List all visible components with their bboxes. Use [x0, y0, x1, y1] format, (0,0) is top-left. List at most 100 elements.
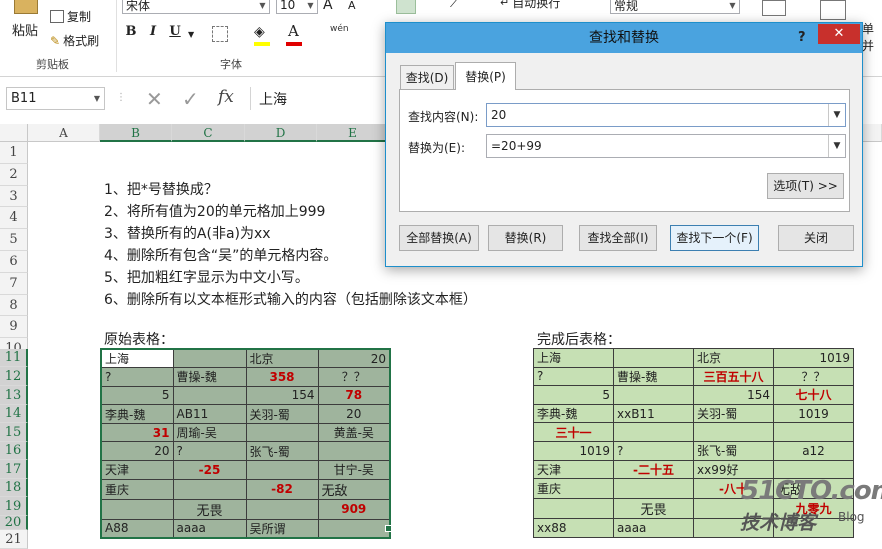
table-cell[interactable]: 三百五十八 [693, 366, 774, 387]
row-header[interactable]: 9 [0, 316, 28, 339]
row-header[interactable]: 16 [0, 442, 28, 460]
table-cell[interactable]: 北京 [245, 348, 319, 369]
table-cell[interactable]: 重庆 [100, 478, 174, 500]
table-cell[interactable]: 20 [100, 441, 174, 462]
table-cell[interactable]: ? [613, 440, 694, 461]
column-header[interactable]: A [28, 124, 100, 142]
table-cell[interactable]: 无畏 [172, 498, 247, 520]
table-cell[interactable]: 909 [317, 498, 391, 520]
tab-replace[interactable]: 替换(P) [455, 62, 516, 90]
row-header[interactable]: 13 [0, 386, 28, 405]
row-header[interactable]: 1 [0, 142, 28, 164]
table-cell[interactable] [245, 422, 319, 443]
chevron-down-icon[interactable]: ▼ [828, 135, 845, 157]
wrap-text-button[interactable]: ↵ 自动换行 [500, 0, 560, 11]
table-cell[interactable]: AB11 [172, 404, 247, 424]
orientation-icon[interactable]: ⟋ [450, 0, 458, 11]
table-cell[interactable]: 甘宁-吴 [317, 460, 391, 480]
table-cell[interactable]: 上海 [100, 348, 174, 369]
table-cell[interactable]: ？？ [773, 366, 854, 387]
table-cell[interactable]: 1019 [773, 348, 854, 368]
row-header[interactable]: 5 [0, 229, 28, 251]
replace-all-button[interactable]: 全部替换(A) [399, 225, 479, 251]
table-cell[interactable]: 黄盖-吴 [317, 422, 391, 443]
number-format-select[interactable]: 常规 ▼ [610, 0, 740, 14]
table-cell[interactable]: 李典-魏 [100, 404, 174, 424]
table-cell[interactable] [613, 478, 694, 500]
row-header[interactable]: 4 [0, 207, 28, 230]
name-box[interactable]: B11 ▼ [6, 87, 105, 110]
row-header[interactable]: 21 [0, 530, 28, 549]
row-header[interactable]: 19 [0, 497, 28, 516]
table-cell[interactable]: ? [172, 441, 247, 462]
table-cell[interactable] [172, 348, 247, 369]
replace-input[interactable]: =20+99 ▼ [486, 134, 846, 158]
table-cell[interactable]: -25 [172, 460, 247, 480]
table-cell[interactable]: -二十五 [613, 459, 694, 480]
options-button[interactable]: 选项(T) >> [767, 173, 844, 199]
row-header[interactable]: 6 [0, 251, 28, 273]
table-cell[interactable] [613, 348, 694, 368]
table-cell[interactable]: 北京 [693, 348, 774, 368]
table-cell[interactable] [100, 498, 174, 520]
help-button[interactable]: ? [798, 23, 818, 53]
table-cell[interactable] [172, 478, 247, 500]
table-cell[interactable] [317, 441, 391, 462]
copy-button[interactable]: 复制 [50, 8, 91, 25]
row-header[interactable]: 11 [0, 349, 28, 367]
table-cell[interactable]: A88 [100, 518, 174, 539]
close-button[interactable]: 关闭 [778, 225, 854, 251]
table-cell[interactable]: 154 [245, 385, 319, 406]
row-header[interactable]: 12 [0, 367, 28, 386]
row-header[interactable]: 3 [0, 185, 28, 208]
borders-icon[interactable] [212, 26, 228, 42]
table-cell[interactable]: aaaa [172, 518, 247, 539]
row-header[interactable]: 14 [0, 405, 28, 423]
row-header[interactable]: 2 [0, 163, 28, 186]
underline-button[interactable]: U [166, 24, 184, 39]
table-cell[interactable]: 关羽-蜀 [245, 404, 319, 424]
table-cell[interactable] [613, 385, 694, 405]
fill-color-icon[interactable]: ◈ [254, 24, 265, 40]
table-cell[interactable]: 20 [317, 404, 391, 424]
chevron-down-icon[interactable]: ▼ [828, 104, 845, 126]
table-cell[interactable]: 无畏 [613, 498, 694, 520]
format-table-icon[interactable] [820, 0, 846, 20]
table-cell[interactable]: ? [533, 366, 614, 387]
column-header[interactable]: C [172, 124, 245, 142]
table-cell[interactable]: 三十一 [533, 422, 614, 442]
tab-find[interactable]: 查找(D) [400, 65, 454, 89]
cancel-icon[interactable]: ✕ [146, 87, 163, 111]
fill-handle[interactable] [385, 525, 392, 532]
row-header[interactable]: 8 [0, 294, 28, 317]
conditional-format-icon[interactable] [762, 0, 786, 16]
table-cell[interactable]: 5 [100, 385, 174, 406]
shrink-font-button[interactable]: A [348, 0, 356, 12]
find-input[interactable]: 20 ▼ [486, 103, 846, 127]
table-cell[interactable]: 曹操-魏 [172, 367, 247, 387]
table-cell[interactable] [172, 385, 247, 406]
table-cell[interactable]: 曹操-魏 [613, 366, 694, 387]
table-cell[interactable]: ？？ [317, 367, 391, 387]
table-cell[interactable]: ? [100, 367, 174, 387]
table-cell[interactable]: 重庆 [533, 478, 614, 500]
table-cell[interactable]: 张飞-蜀 [245, 441, 319, 462]
close-icon[interactable]: ✕ [818, 24, 860, 44]
table-cell[interactable]: a12 [773, 440, 854, 461]
table-cell[interactable] [693, 422, 774, 442]
table-cell[interactable]: aaaa [613, 518, 694, 538]
table-cell[interactable]: 李典-魏 [533, 403, 614, 424]
table-cell[interactable] [317, 518, 391, 539]
table-cell[interactable]: 无敌 [317, 478, 391, 500]
row-header[interactable]: 20 [0, 516, 28, 530]
table-cell[interactable]: 358 [245, 367, 319, 387]
table-cell[interactable]: 天津 [100, 460, 174, 480]
row-header[interactable]: 18 [0, 479, 28, 497]
table-cell[interactable]: -82 [245, 478, 319, 500]
insert-function-icon[interactable]: fx [218, 87, 234, 107]
font-name-select[interactable]: 宋体 ▼ [122, 0, 270, 14]
table-cell[interactable]: 78 [317, 385, 391, 406]
row-header[interactable]: 15 [0, 423, 28, 442]
table-cell[interactable] [533, 498, 614, 520]
table-cell[interactable]: xxB11 [613, 403, 694, 424]
